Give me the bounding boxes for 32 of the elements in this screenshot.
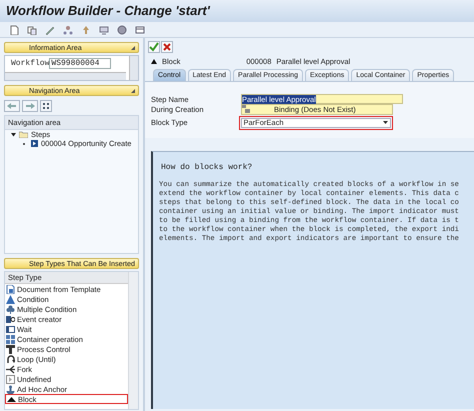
grid-icon[interactable] bbox=[40, 100, 52, 112]
scrollbar[interactable] bbox=[129, 56, 138, 80]
collapse-triangle-icon[interactable] bbox=[151, 59, 157, 64]
pyramid-icon bbox=[6, 294, 15, 304]
triangle-icon bbox=[7, 394, 16, 404]
binding-icon bbox=[242, 105, 250, 113]
check-icon[interactable] bbox=[148, 41, 160, 53]
event-icon bbox=[6, 314, 15, 324]
workflow-field[interactable]: WS99800004 bbox=[49, 58, 112, 69]
scrollbar[interactable] bbox=[5, 72, 126, 80]
monitor-icon[interactable] bbox=[99, 24, 109, 34]
field-label: Workflow bbox=[11, 59, 50, 68]
club-icon bbox=[6, 304, 15, 314]
new-document-icon[interactable] bbox=[9, 24, 19, 34]
help-heading: How do blocks work? bbox=[161, 163, 254, 172]
step-icon bbox=[31, 140, 38, 147]
scrollbar[interactable] bbox=[128, 272, 138, 409]
resize-grip-icon[interactable] bbox=[131, 88, 135, 92]
network-icon[interactable] bbox=[63, 24, 73, 34]
window-title: Workflow Builder - Change 'start' bbox=[5, 2, 210, 18]
t-shape-icon bbox=[6, 344, 15, 354]
dropdown-arrow-icon[interactable] bbox=[382, 121, 388, 124]
resize-grip-icon[interactable] bbox=[131, 46, 135, 50]
fork-icon bbox=[6, 364, 15, 374]
copy-icon[interactable] bbox=[27, 24, 37, 34]
loop-icon bbox=[6, 354, 15, 364]
pen-icon[interactable] bbox=[45, 24, 55, 34]
up-arrow-icon[interactable] bbox=[81, 24, 91, 34]
close-icon[interactable] bbox=[161, 41, 173, 53]
container-icon bbox=[6, 334, 15, 344]
expanded-arrow-icon[interactable] bbox=[11, 132, 16, 137]
window-icon[interactable] bbox=[135, 24, 145, 34]
